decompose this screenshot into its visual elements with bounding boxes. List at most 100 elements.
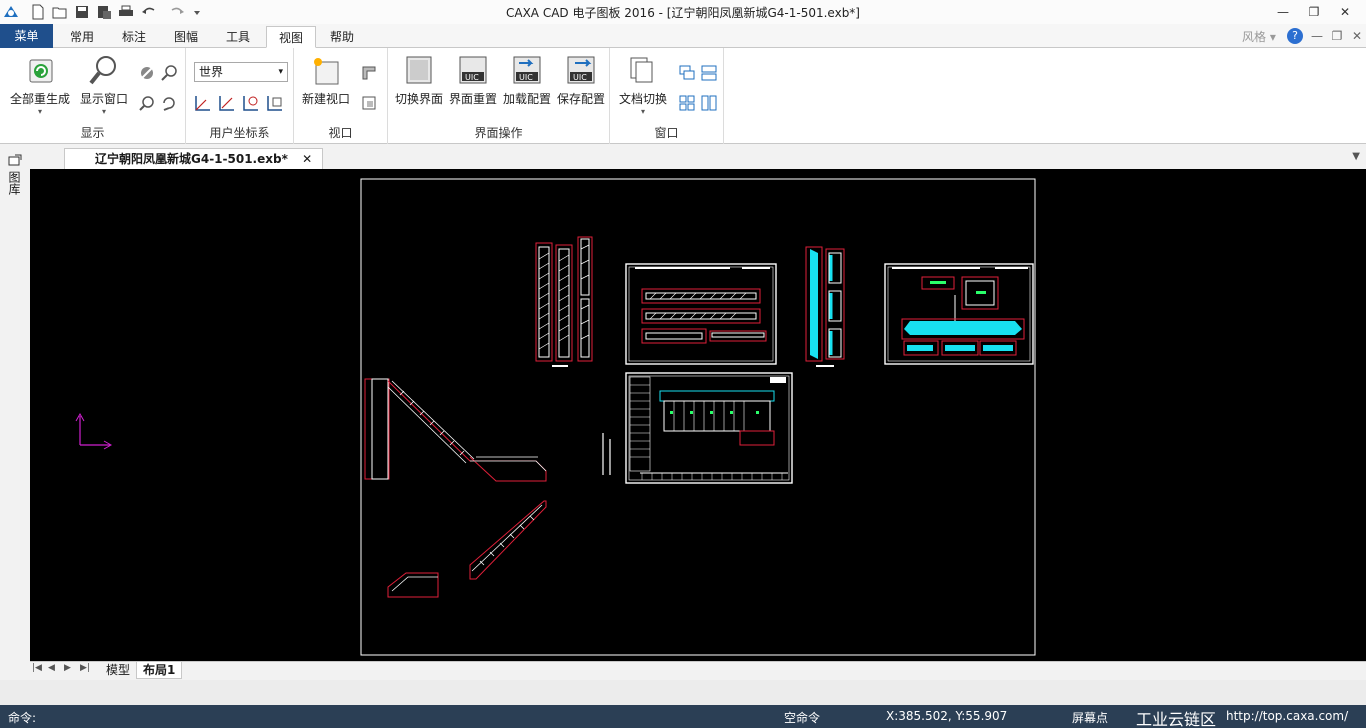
save-config-icon: UIC [565,54,597,86]
viewport-clip-icon[interactable] [360,94,378,112]
drawing-columns-right-group [805,246,845,367]
menu-button[interactable]: 菜单 [0,24,53,48]
tab-view[interactable]: 视图 [266,26,316,48]
reset-ui-icon: UIC [457,54,489,86]
ucs-combo[interactable]: 世界 ▾ [194,62,288,82]
ucs-manage-icon[interactable] [218,94,236,112]
ucs-switch-icon[interactable] [242,94,260,112]
chevron-down-icon: ▾ [278,67,283,77]
document-tab-bar: 辽宁朝阳凤凰新城G4-1-501.exb* ✕ ▼ [30,147,1366,169]
document-switch-button[interactable]: 文档切换 ▾ [614,54,672,116]
tab-tools[interactable]: 工具 [216,26,260,48]
last-tab-icon[interactable]: ▶| [80,663,90,673]
layout-tab-model[interactable]: 模型 [100,662,136,679]
layout-tab-bar: |◀ ◀ ▶ ▶| 模型 布局1 [30,661,1366,679]
ribbon-panel: 全部重生成 ▾ 显示窗口 ▾ 显示 世界 ▾ 用户坐标系 新建视口 视口 切换界… [0,48,1366,144]
save-config-button[interactable]: UIC 保存配置 [554,54,608,107]
save-config-label: 保存配置 [556,92,605,106]
ribbon-group-display-label: 显示 [80,126,105,140]
next-tab-icon[interactable]: ▶ [64,663,71,673]
cursor-coordinates: X:385.502, Y:55.907 [886,709,1008,723]
library-pin-icon[interactable] [7,153,23,167]
svg-text:UIC: UIC [465,73,479,82]
status-bar: 命令: 空命令 X:385.502, Y:55.907 屏幕点 工业云链区 ht… [0,705,1366,728]
switch-ui-button[interactable]: 切换界面 [392,54,446,107]
zoom-icon[interactable] [160,64,178,82]
tab-help[interactable]: 帮助 [320,26,364,48]
ucs-delete-icon[interactable] [266,94,284,112]
ribbon-group-viewport-label: 视口 [328,126,353,140]
drawing-columns-group [535,236,593,367]
minimize-button[interactable]: — [1270,3,1296,21]
drawing-canvas[interactable] [30,169,1366,661]
new-viewport-icon [310,54,342,86]
help-icon[interactable]: ? [1287,28,1303,44]
regen-all-label: 全部重生成 [9,92,70,106]
ribbon-group-ucs: 世界 ▾ 用户坐标系 [186,48,294,144]
load-config-button[interactable]: UIC 加载配置 [500,54,554,107]
drawing-stair-left [364,378,547,482]
regen-all-button[interactable]: 全部重生成 ▾ [6,54,74,116]
ribbon-group-display: 全部重生成 ▾ 显示窗口 ▾ 显示 [0,48,186,144]
ucs-combo-value: 世界 [199,65,224,79]
tile-horizontal-icon[interactable] [700,64,718,82]
switch-ui-label: 切换界面 [394,92,443,106]
svg-text:UIC: UIC [519,73,533,82]
prev-tab-icon[interactable]: ◀ [48,663,55,673]
paper-border [360,178,1036,656]
ribbon-group-window: 文档切换 ▾ 窗口 [610,48,724,144]
restore-button[interactable]: ❐ [1301,3,1327,21]
pan-icon[interactable] [138,64,156,82]
snap-mode-toggle[interactable]: 屏幕点 [1072,709,1108,726]
reset-ui-label: 界面重置 [448,92,497,106]
style-dropdown[interactable]: 风格 ▾ [1242,28,1276,45]
document-tab-label: 辽宁朝阳凤凰新城G4-1-501.exb* [95,152,288,166]
drawing-sheet-center-bottom [602,372,793,484]
library-tab[interactable]: 图库 [7,171,23,195]
svg-text:UIC: UIC [573,73,587,82]
first-tab-icon[interactable]: |◀ [32,663,42,673]
tab-common[interactable]: 常用 [60,26,104,48]
watermark-text: 工业云链区 [1136,710,1217,728]
reset-ui-button[interactable]: UIC 界面重置 [446,54,500,107]
drawing-stair-bottom [387,500,547,598]
close-icon[interactable]: ✕ [302,152,312,166]
magnifier-icon [88,54,120,86]
ribbon-group-ui-operations-label: 界面操作 [474,126,523,140]
new-viewport-button[interactable]: 新建视口 [298,54,354,107]
dynamic-zoom-icon[interactable] [160,94,178,112]
doc-close-button[interactable]: ✕ [1344,27,1366,45]
arrange-icons-icon[interactable] [678,94,696,112]
display-window-label: 显示窗口 [79,92,128,106]
tab-annotate[interactable]: 标注 [112,26,156,48]
ribbon-group-window-label: 窗口 [654,126,679,140]
ucs-axis-icon [75,412,113,450]
ribbon-group-viewport: 新建视口 视口 [294,48,388,144]
style-label: 风格 [1242,30,1267,44]
ucs-new-icon[interactable] [194,94,212,112]
cascade-windows-icon[interactable] [678,64,696,82]
ribbon-tab-row: 常用 标注 图幅 工具 视图 帮助 风格 ▾ ? — ❐ ✕ [0,24,1366,48]
tab-sheet[interactable]: 图幅 [164,26,208,48]
ribbon-group-ucs-label: 用户坐标系 [209,126,270,140]
layout-tab-layout1[interactable]: 布局1 [136,662,183,679]
tile-vertical-icon[interactable] [700,94,718,112]
new-viewport-label: 新建视口 [301,92,350,106]
command-line-area[interactable] [0,680,1366,705]
load-config-icon: UIC [511,54,543,86]
drawing-sheet-top-center [625,263,777,365]
switch-ui-icon [403,54,435,86]
display-window-button[interactable]: 显示窗口 ▾ [76,54,132,116]
document-tab[interactable]: 辽宁朝阳凤凰新城G4-1-501.exb* ✕ [64,148,324,169]
watermark-url: http://top.caxa.com/ [1226,709,1349,723]
regen-icon [24,54,56,86]
close-button[interactable]: ✕ [1332,3,1358,21]
viewport-shape-icon[interactable] [360,64,378,82]
document-switch-icon [627,54,659,86]
document-switch-label: 文档切换 [618,92,667,106]
drawing-svg [75,178,1036,656]
zoom-window-icon[interactable] [138,94,156,112]
load-config-label: 加载配置 [502,92,551,106]
tab-list-chevron-icon[interactable]: ▼ [1352,151,1360,162]
ribbon-group-ui-operations: 切换界面 UIC 界面重置 UIC 加载配置 UIC 保存配置 界面操作 [388,48,610,144]
